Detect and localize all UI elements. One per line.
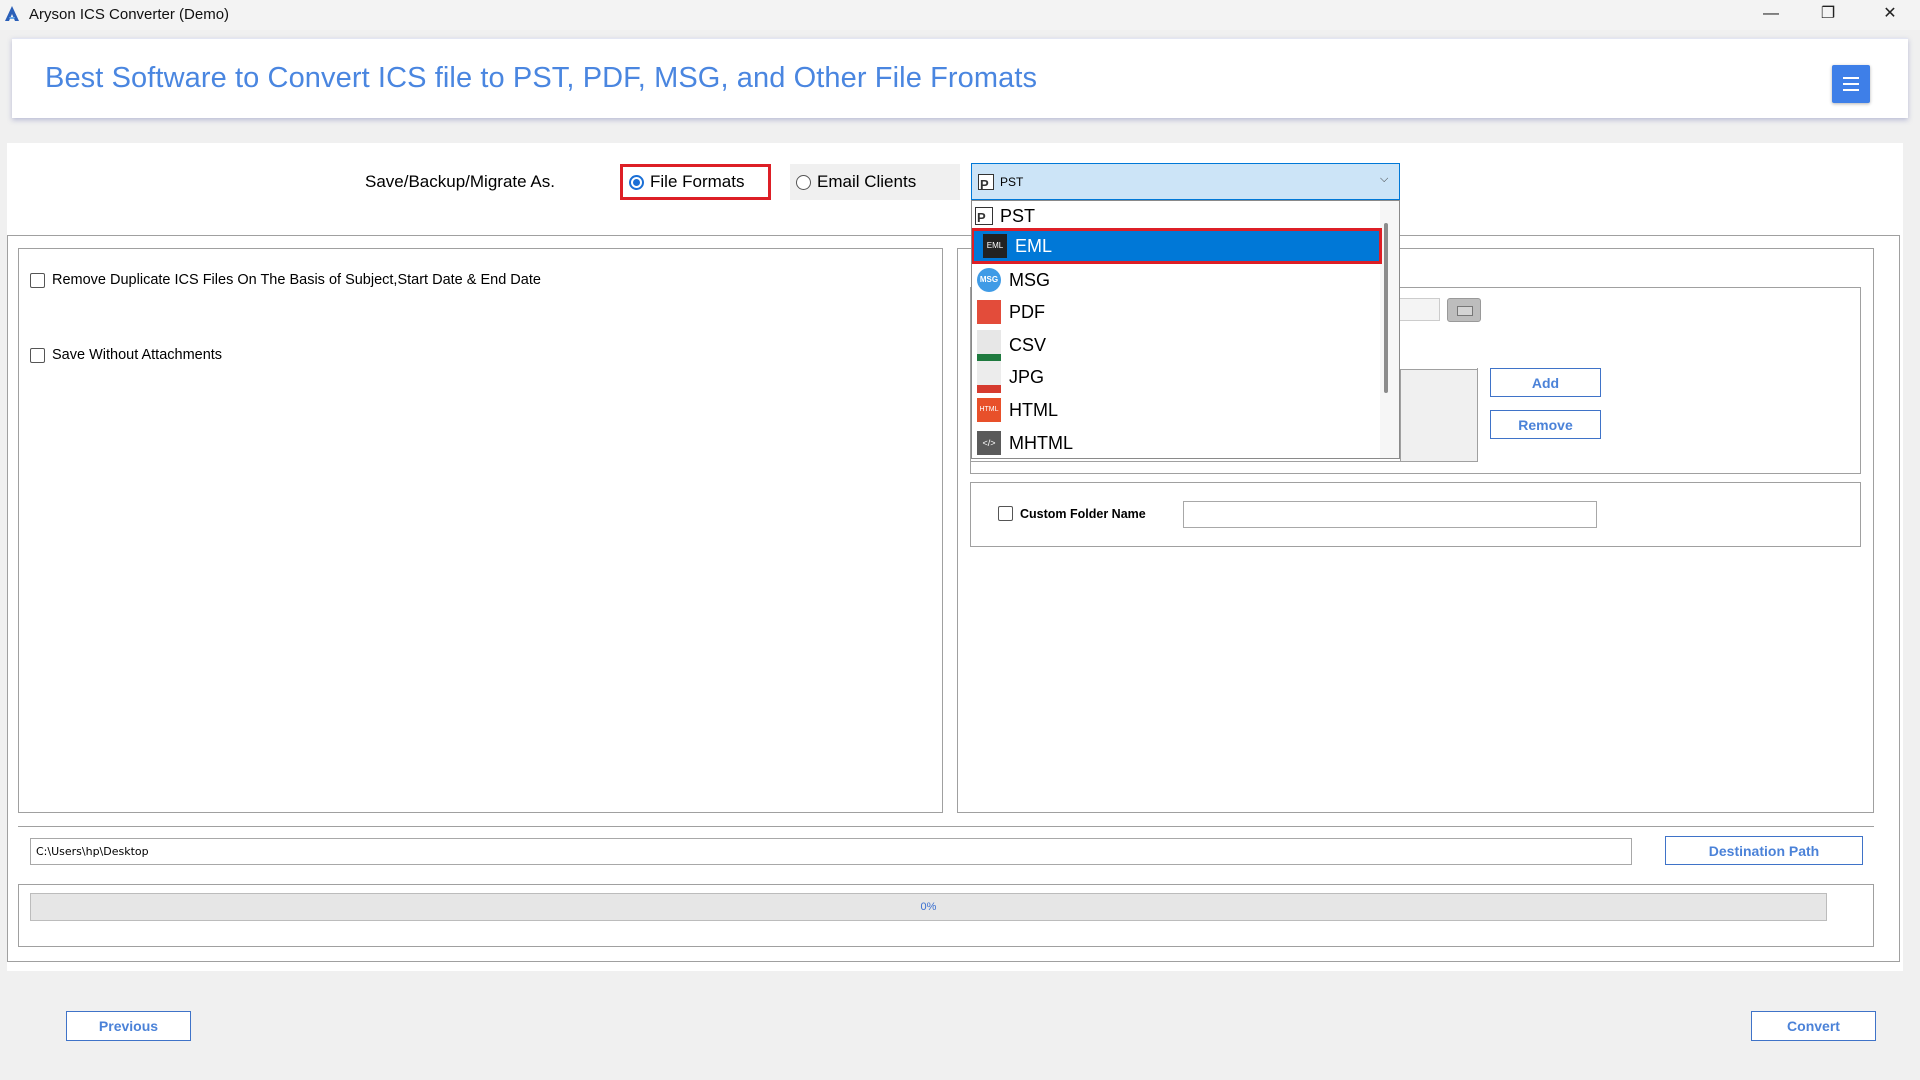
options-panel xyxy=(18,248,943,813)
format-option-pst[interactable]: PST xyxy=(972,201,1380,231)
csv-icon xyxy=(977,329,1001,361)
file-formats-radio[interactable]: File Formats xyxy=(620,164,771,200)
email-clients-radio[interactable]: Email Clients xyxy=(790,164,960,200)
save-as-label: Save/Backup/Migrate As. xyxy=(365,172,555,191)
file-formats-label: File Formats xyxy=(650,172,745,191)
radio-checked-icon xyxy=(629,174,644,190)
dropdown-scrollbar-track[interactable] xyxy=(1380,201,1399,458)
destination-path-button[interactable]: Destination Path xyxy=(1665,836,1863,865)
eml-icon: EML xyxy=(983,234,1007,258)
format-option-html[interactable]: HTML HTML xyxy=(972,394,1380,426)
checkbox-icon xyxy=(998,506,1013,521)
header-banner: Best Software to Convert ICS file to PST… xyxy=(12,38,1908,118)
previous-button[interactable]: Previous xyxy=(66,1011,191,1041)
pdf-icon xyxy=(977,300,1001,324)
format-option-csv[interactable]: CSV xyxy=(972,329,1380,361)
msg-icon: MSG xyxy=(977,268,1001,292)
pst-icon xyxy=(975,207,993,225)
browse-button[interactable] xyxy=(1447,298,1481,322)
convert-button[interactable]: Convert xyxy=(1751,1011,1876,1041)
remove-button[interactable]: Remove xyxy=(1490,410,1601,439)
html-icon: HTML xyxy=(977,398,1001,422)
filter-list-scrollbar[interactable] xyxy=(1400,369,1477,461)
pst-icon xyxy=(978,174,994,192)
restore-button[interactable]: ❐ xyxy=(1800,0,1856,30)
window-title: Aryson ICS Converter (Demo) xyxy=(29,6,230,23)
close-button[interactable]: ✕ xyxy=(1862,0,1918,30)
save-without-attachments-checkbox[interactable]: Save Without Attachments xyxy=(30,347,222,363)
hamburger-icon xyxy=(1843,77,1859,79)
remove-duplicates-label: Remove Duplicate ICS Files On The Basis … xyxy=(52,272,541,288)
title-bar: Aryson ICS Converter (Demo) — ❐ ✕ xyxy=(0,0,1920,30)
radio-unchecked-icon xyxy=(796,174,811,190)
format-option-jpg[interactable]: JPG xyxy=(972,361,1380,393)
save-without-attachments-label: Save Without Attachments xyxy=(52,347,223,363)
remove-duplicates-checkbox[interactable]: Remove Duplicate ICS Files On The Basis … xyxy=(30,272,541,288)
mhtml-icon: </> xyxy=(977,431,1001,455)
app-logo-icon xyxy=(5,6,19,21)
checkbox-icon xyxy=(30,347,45,363)
format-option-mhtml[interactable]: </> MHTML xyxy=(972,427,1380,458)
format-option-eml[interactable]: EML EML xyxy=(972,228,1382,264)
jpg-icon xyxy=(977,361,1001,393)
custom-folder-checkbox[interactable]: Custom Folder Name xyxy=(998,506,1146,521)
email-clients-label: Email Clients xyxy=(817,172,917,191)
page-title: Best Software to Convert ICS file to PST… xyxy=(45,62,1038,94)
dropdown-scrollbar-thumb[interactable] xyxy=(1384,223,1388,393)
custom-folder-label: Custom Folder Name xyxy=(1020,506,1146,521)
chevron-down-icon: ⌵ xyxy=(1380,173,1389,185)
custom-folder-input[interactable] xyxy=(1183,501,1597,528)
add-button[interactable]: Add xyxy=(1490,368,1601,397)
checkbox-icon xyxy=(30,272,45,288)
menu-button[interactable] xyxy=(1832,65,1870,103)
destination-path-input[interactable]: C:\Users\hp\Desktop xyxy=(30,838,1632,865)
progress-text: 0% xyxy=(920,901,937,913)
format-select-value: PST xyxy=(1000,175,1024,189)
format-dropdown-list: PST EML EML MSG MSG PDF CSV JPG HTML HTM… xyxy=(971,200,1400,459)
format-option-pdf[interactable]: PDF xyxy=(972,296,1380,328)
minimize-button[interactable]: — xyxy=(1743,0,1799,30)
progress-bar: 0% xyxy=(30,893,1827,921)
format-select[interactable]: PST ⌵ xyxy=(971,163,1400,200)
format-option-msg[interactable]: MSG MSG xyxy=(972,264,1380,296)
